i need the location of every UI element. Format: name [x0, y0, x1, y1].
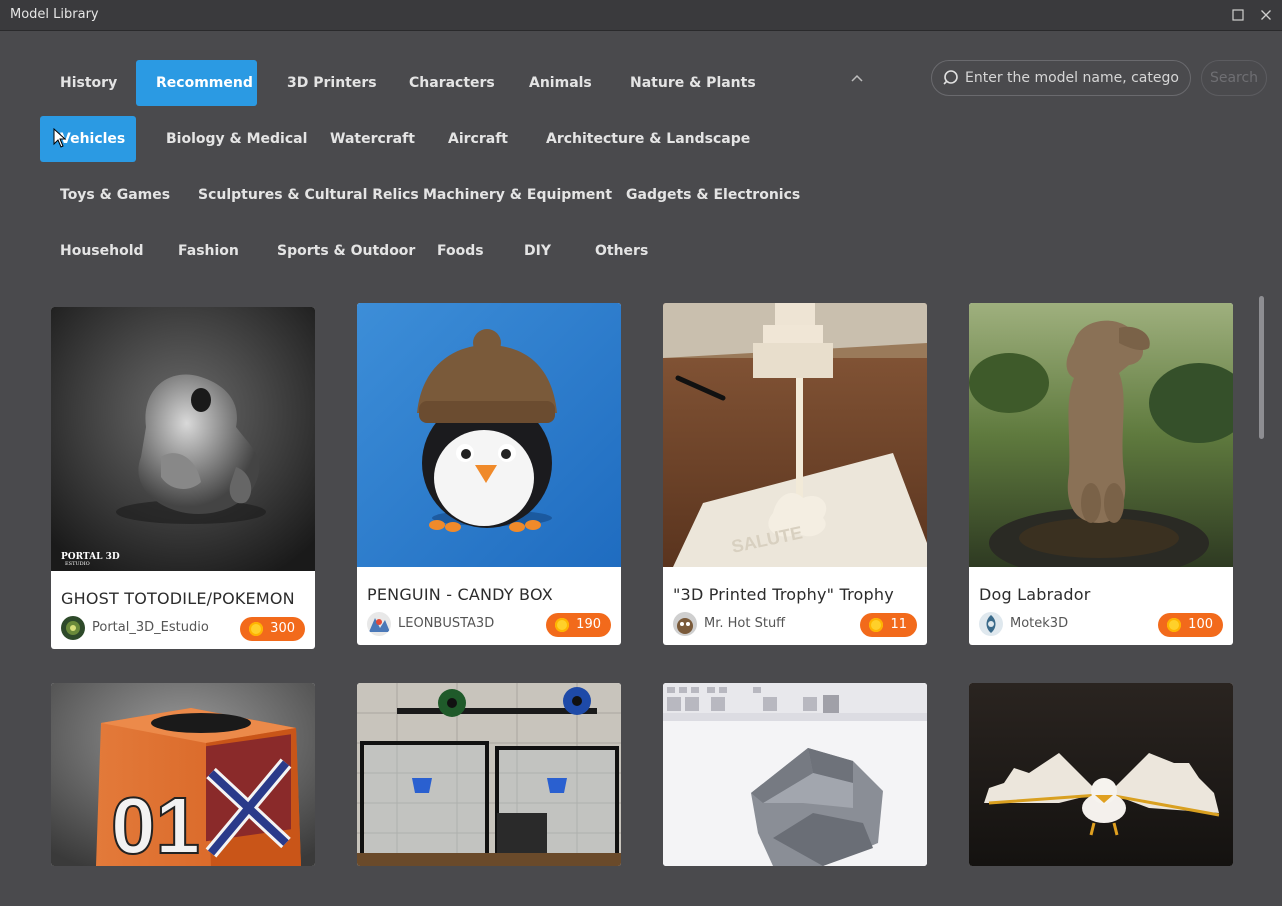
model-thumbnail[interactable]	[969, 303, 1233, 567]
search-input[interactable]	[965, 61, 1180, 95]
model-title[interactable]: GHOST TOTODILE/POKEMON	[61, 589, 295, 608]
avatar	[367, 612, 391, 636]
tab-sports-outdoor[interactable]: Sports & Outdoor	[257, 228, 435, 274]
coin-icon	[555, 618, 570, 632]
price-badge: 100	[1158, 613, 1223, 637]
model-card[interactable]	[969, 683, 1233, 866]
price-value: 100	[1188, 617, 1213, 632]
tab-nature-plants[interactable]: Nature & Plants	[610, 60, 776, 106]
coin-icon	[1167, 618, 1182, 632]
mouse-cursor-icon	[53, 127, 67, 152]
tab-history[interactable]: History	[40, 60, 137, 106]
model-title[interactable]: Dog Labrador	[979, 585, 1091, 604]
tab-toys-games[interactable]: Toys & Games	[40, 172, 190, 218]
avatar	[61, 616, 85, 640]
avatar	[979, 612, 1003, 636]
author-name: Mr. Hot Stuff	[704, 616, 786, 631]
scrollbar-thumb[interactable]	[1259, 296, 1264, 439]
window-title: Model Library	[10, 7, 99, 22]
price-badge: 300	[240, 617, 305, 641]
model-thumbnail[interactable]	[663, 683, 927, 866]
maximize-icon[interactable]	[1229, 6, 1247, 24]
search-button[interactable]: Search	[1201, 60, 1267, 96]
tab-characters[interactable]: Characters	[389, 60, 515, 106]
model-card[interactable]: PENGUIN - CANDY BOX LEONBUSTA3D 190	[357, 303, 621, 645]
price-value: 300	[270, 621, 295, 636]
model-thumbnail[interactable]	[969, 683, 1233, 866]
model-thumbnail[interactable]	[357, 683, 621, 866]
model-card[interactable]: Dog Labrador Motek3D 100	[969, 303, 1233, 645]
model-card[interactable]: SALUTE "3D Printed Trophy" Trophy Mr. Ho…	[663, 303, 927, 645]
search-box	[931, 60, 1191, 96]
tab-biology-medical[interactable]: Biology & Medical	[146, 116, 327, 162]
model-thumbnail[interactable]: SALUTE	[663, 303, 927, 567]
tab-animals[interactable]: Animals	[509, 60, 612, 106]
price-badge: 11	[860, 613, 917, 637]
model-title[interactable]: PENGUIN - CANDY BOX	[367, 585, 553, 604]
model-thumbnail[interactable]	[357, 303, 621, 567]
tab-recommend[interactable]: Recommend	[136, 60, 257, 106]
tab-gadgets-electronics[interactable]: Gadgets & Electronics	[606, 172, 820, 218]
tab-aircraft[interactable]: Aircraft	[428, 116, 528, 162]
tab-watercraft[interactable]: Watercraft	[310, 116, 435, 162]
author-name: Portal_3D_Estudio	[92, 620, 209, 635]
tab-sculptures-cultural-relics[interactable]: Sculptures & Cultural Relics	[178, 172, 439, 218]
tab-household[interactable]: Household	[40, 228, 164, 274]
tab-machinery-equipment[interactable]: Machinery & Equipment	[403, 172, 632, 218]
image-number: 01	[111, 781, 200, 866]
tab-others[interactable]: Others	[575, 228, 668, 274]
model-library-window: Model Library History Recommend 3D Print…	[0, 0, 1282, 906]
price-value: 11	[890, 617, 907, 632]
chevron-up-icon[interactable]	[849, 70, 865, 86]
tab-3d-printers[interactable]: 3D Printers	[267, 60, 397, 106]
model-thumbnail[interactable]: PORTAL 3D ESTUDIO	[51, 307, 315, 571]
model-title[interactable]: "3D Printed Trophy" Trophy	[673, 585, 894, 604]
tab-architecture-landscape[interactable]: Architecture & Landscape	[526, 116, 770, 162]
search-icon	[942, 69, 960, 87]
title-bar: Model Library	[0, 0, 1282, 31]
tab-foods[interactable]: Foods	[417, 228, 504, 274]
close-icon[interactable]	[1257, 6, 1275, 24]
model-card[interactable]	[663, 683, 927, 866]
model-thumbnail[interactable]: 01	[51, 683, 315, 866]
coin-icon	[869, 618, 884, 632]
tab-fashion[interactable]: Fashion	[158, 228, 259, 274]
price-badge: 190	[546, 613, 611, 637]
watermark-subtext: ESTUDIO	[65, 561, 90, 567]
author-name: Motek3D	[1010, 616, 1069, 631]
avatar	[673, 612, 697, 636]
model-card[interactable]	[357, 683, 621, 866]
price-value: 190	[576, 617, 601, 632]
coin-icon	[249, 622, 264, 636]
model-card[interactable]: 01	[51, 683, 315, 866]
author-name: LEONBUSTA3D	[398, 616, 495, 631]
model-card[interactable]: PORTAL 3D ESTUDIO GHOST TOTODILE/POKEMON…	[51, 307, 315, 649]
tab-diy[interactable]: DIY	[504, 228, 571, 274]
